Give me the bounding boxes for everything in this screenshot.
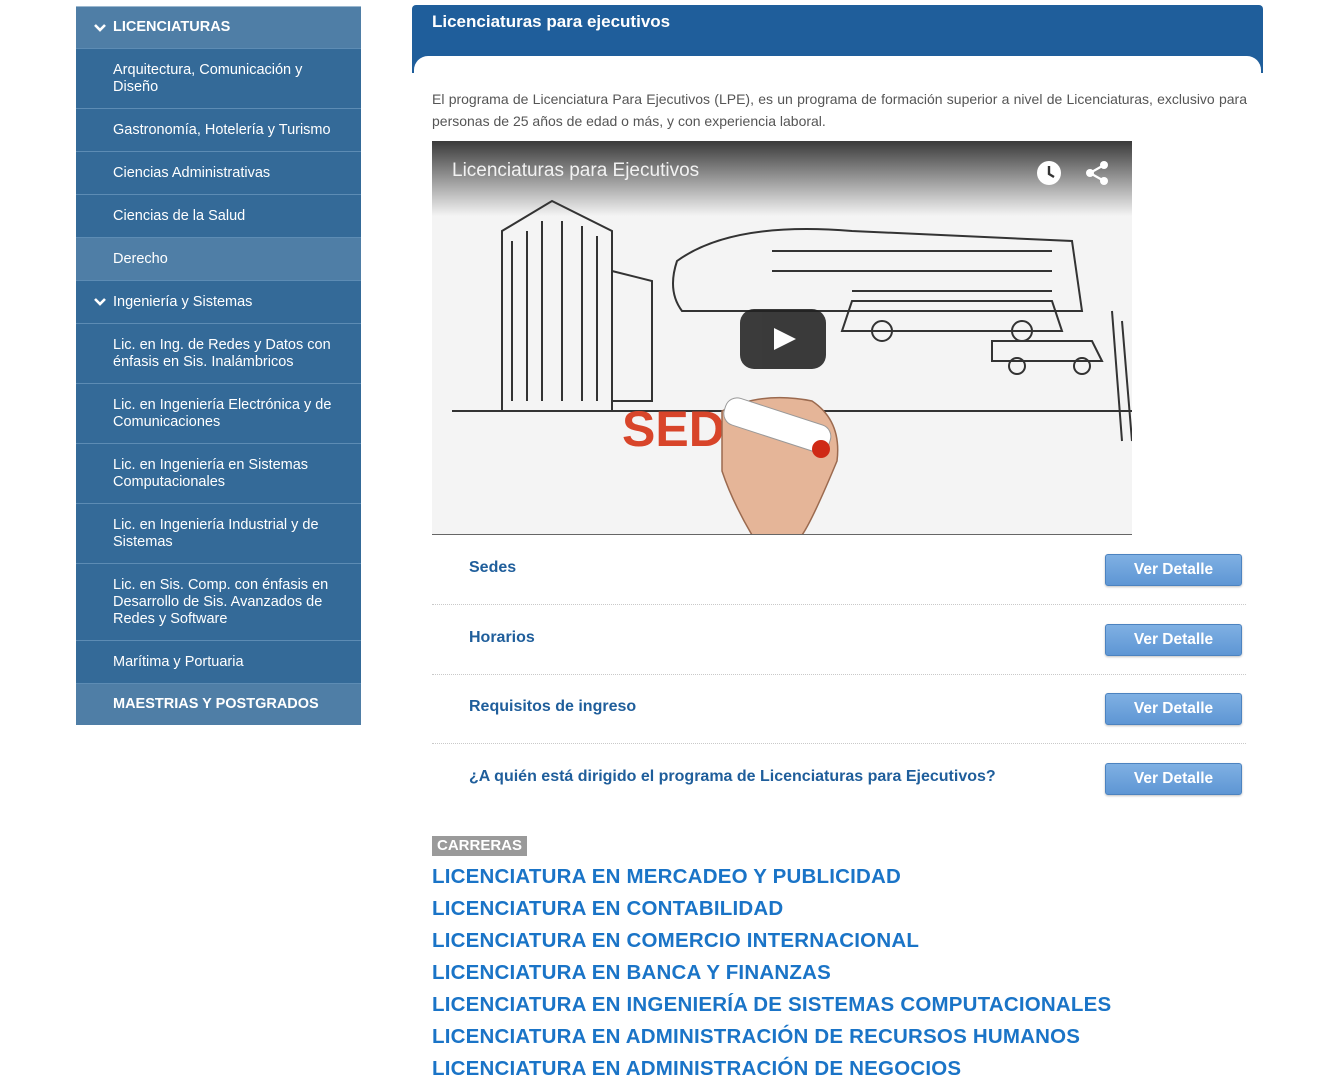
chevron-down-icon	[93, 21, 107, 35]
career-link[interactable]: LICENCIATURA EN COMERCIO INTERNACIONAL	[432, 929, 919, 953]
sidebar-item-label: Ingeniería y Sistemas	[113, 293, 253, 310]
sidebar-item-gastronomia[interactable]: Gastronomía, Hotelería y Turismo	[76, 109, 361, 152]
sidebar-item-label: Derecho	[113, 250, 168, 267]
sidebar-item-electronica[interactable]: Lic. en Ingeniería Electrónica y de Comu…	[76, 384, 361, 444]
ver-detalle-button[interactable]: Ver Detalle	[1105, 763, 1242, 795]
sidebar-item-industrial[interactable]: Lic. en Ingeniería Industrial y de Siste…	[76, 504, 361, 564]
detail-row-label: Horarios	[469, 629, 535, 646]
ver-detalle-button[interactable]: Ver Detalle	[1105, 624, 1242, 656]
detail-row-requisitos: Requisitos de ingreso Ver Detalle	[432, 674, 1246, 744]
career-link[interactable]: LICENCIATURA EN BANCA Y FINANZAS	[432, 961, 831, 985]
career-link[interactable]: LICENCIATURA EN MERCADEO Y PUBLICIDAD	[432, 865, 901, 889]
detail-row-label: Sedes	[469, 559, 517, 576]
play-icon[interactable]	[740, 309, 826, 369]
sidebar-header-label: LICENCIATURAS	[113, 19, 231, 35]
video-player[interactable]: SEDE Licenciaturas para Ejecutivos	[432, 141, 1132, 535]
sidebar-item-label: Lic. en Ing. de Redes y Datos con énfasi…	[113, 336, 331, 370]
career-link[interactable]: LICENCIATURA EN ADMINISTRACIÓN DE RECURS…	[432, 1025, 1080, 1049]
detail-row-sedes: Sedes Ver Detalle	[432, 535, 1246, 605]
sidebar-item-sis-comp-avanzados[interactable]: Lic. en Sis. Comp. con énfasis en Desarr…	[76, 564, 361, 641]
page-title: Licenciaturas para ejecutivos	[432, 12, 671, 31]
ver-detalle-button[interactable]: Ver Detalle	[1105, 554, 1242, 586]
sidebar-item-ingenieria-sistemas[interactable]: Ingeniería y Sistemas	[76, 281, 361, 324]
main-panel: Licenciaturas para ejecutivos El program…	[412, 5, 1263, 1080]
sidebar-item-label: Marítima y Portuaria	[113, 653, 244, 670]
detail-row-dirigido: ¿A quién está dirigido el programa de Li…	[432, 744, 1246, 814]
sidebar-item-label: Ciencias de la Salud	[113, 207, 246, 224]
career-link[interactable]: LICENCIATURA EN INGENIERÍA DE SISTEMAS C…	[432, 993, 1111, 1017]
sidebar-item-sistemas-computacionales[interactable]: Lic. en Ingeniería en Sistemas Computaci…	[76, 444, 361, 504]
sidebar-item-label: Ciencias Administrativas	[113, 164, 271, 181]
career-link[interactable]: LICENCIATURA EN CONTABILIDAD	[432, 897, 783, 921]
sidebar-item-label: Lic. en Ingeniería Electrónica y de Comu…	[113, 396, 332, 430]
sidebar-item-label: Lic. en Ingeniería Industrial y de Siste…	[113, 516, 319, 550]
detail-row-label: ¿A quién está dirigido el programa de Li…	[469, 768, 996, 785]
sidebar-item-ciencias-administrativas[interactable]: Ciencias Administrativas	[76, 152, 361, 195]
sidebar-nav: LICENCIATURAS Arquitectura, Comunicación…	[76, 6, 361, 725]
sidebar-item-maritima[interactable]: Marítima y Portuaria	[76, 641, 361, 684]
sidebar-item-arquitectura[interactable]: Arquitectura, Comunicación y Diseño	[76, 49, 361, 109]
chevron-down-icon	[93, 295, 107, 309]
sidebar-item-label: Gastronomía, Hotelería y Turismo	[113, 121, 331, 138]
sidebar-item-label: Lic. en Sis. Comp. con énfasis en Desarr…	[113, 576, 329, 627]
video-title[interactable]: Licenciaturas para Ejecutivos	[452, 160, 699, 182]
page: LICENCIATURAS Arquitectura, Comunicación…	[0, 0, 1330, 1087]
share-icon[interactable]	[1082, 158, 1112, 193]
sidebar-item-derecho[interactable]: Derecho	[76, 238, 361, 281]
sidebar-item-label: Arquitectura, Comunicación y Diseño	[113, 61, 303, 95]
carreras-badge: CARRERAS	[432, 836, 528, 856]
detail-row-horarios: Horarios Ver Detalle	[432, 605, 1246, 675]
sidebar-item-ciencias-salud[interactable]: Ciencias de la Salud	[76, 195, 361, 238]
clock-icon[interactable]	[1034, 158, 1064, 193]
sidebar-item-label: MAESTRIAS Y POSTGRADOS	[113, 696, 319, 712]
intro-text: El programa de Licenciatura Para Ejecuti…	[432, 91, 1247, 129]
detail-row-label: Requisitos de ingreso	[469, 698, 637, 715]
sidebar-item-label: Lic. en Ingeniería en Sistemas Computaci…	[113, 456, 309, 490]
ver-detalle-button[interactable]: Ver Detalle	[1105, 693, 1242, 725]
sidebar-item-maestrias[interactable]: MAESTRIAS Y POSTGRADOS	[76, 684, 361, 725]
career-link[interactable]: LICENCIATURA EN ADMINISTRACIÓN DE NEGOCI…	[432, 1057, 961, 1081]
sidebar-item-redes-datos[interactable]: Lic. en Ing. de Redes y Datos con énfasi…	[76, 324, 361, 384]
sidebar-header-licenciaturas[interactable]: LICENCIATURAS	[76, 6, 361, 49]
